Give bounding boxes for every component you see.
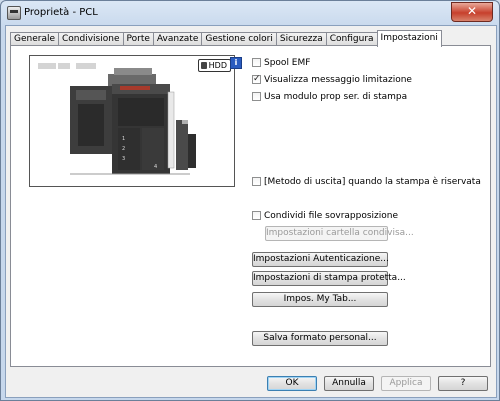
svg-text:3: 3	[122, 156, 125, 162]
printer-app-icon	[7, 6, 21, 20]
close-button[interactable]: ✕	[451, 2, 493, 22]
output-method-option[interactable]: [Metodo di uscita] quando la stampa è ri…	[252, 176, 481, 188]
tab-configura[interactable]: Configura	[326, 32, 378, 46]
spool-emf-label: Spool EMF	[264, 58, 311, 68]
shared-folder-settings-button[interactable]: Impostazioni cartella condivisa...	[265, 226, 414, 241]
show-limit-message-label: Visualizza messaggio limitazione	[264, 75, 412, 85]
use-prop-module-option[interactable]: Usa modulo prop ser. di stampa	[252, 91, 407, 103]
tab-impostazioni[interactable]: Impostazioni	[376, 30, 442, 47]
authentication-settings-button[interactable]: Impostazioni Autenticazione...	[252, 252, 389, 267]
cancel-button[interactable]: Annulla	[324, 376, 374, 391]
tab-porte[interactable]: Porte	[123, 32, 154, 46]
my-tab-settings-button[interactable]: Impos. My Tab...	[252, 292, 388, 307]
output-method-checkbox[interactable]	[252, 177, 261, 186]
ok-button[interactable]: OK	[267, 376, 317, 391]
show-limit-message-option[interactable]: Visualizza messaggio limitazione	[252, 73, 412, 86]
tab-gestione-colori[interactable]: Gestione colori	[202, 32, 277, 46]
properties-window: Proprietà - PCL ✕ Generale Condivisione …	[0, 0, 500, 401]
svg-text:4: 4	[154, 164, 157, 170]
tab-avanzate[interactable]: Avanzate	[153, 32, 203, 46]
info-icon[interactable]: i	[230, 57, 242, 69]
spool-emf-option[interactable]: Spool EMF	[252, 57, 310, 69]
protected-print-settings-button[interactable]: Impostazioni di stampa protetta...	[252, 271, 406, 286]
settings-panel: HDD 1 2 3 4 i Spool EMF ✓Visualizza mess…	[10, 45, 491, 367]
tab-strip: Generale Condivisione Porte Avanzate Ges…	[10, 30, 442, 47]
help-button[interactable]: ?	[438, 376, 488, 391]
tab-generale[interactable]: Generale	[10, 32, 60, 46]
use-prop-module-checkbox[interactable]	[252, 92, 261, 101]
tab-condivisione[interactable]: Condivisione	[59, 32, 124, 46]
dialog-client-area: Generale Condivisione Porte Avanzate Ges…	[5, 25, 497, 398]
spool-emf-checkbox[interactable]	[252, 58, 261, 67]
share-overlay-option[interactable]: Condividi file sovrapposizione	[252, 210, 398, 222]
save-custom-format-button[interactable]: Salva formato personal...	[252, 331, 388, 346]
svg-text:2: 2	[122, 146, 125, 152]
window-title: Proprietà - PCL	[24, 7, 98, 18]
printer-illustration: 1 2 3 4	[70, 68, 196, 175]
svg-text:1: 1	[122, 136, 125, 142]
tab-sicurezza[interactable]: Sicurezza	[276, 32, 327, 46]
title-bar: Proprietà - PCL ✕	[1, 1, 499, 25]
share-overlay-checkbox[interactable]	[252, 211, 261, 220]
output-method-label: [Metodo di uscita] quando la stampa è ri…	[264, 177, 481, 187]
share-overlay-label: Condividi file sovrapposizione	[264, 211, 399, 221]
use-prop-module-label: Usa modulo prop ser. di stampa	[264, 92, 408, 102]
apply-button[interactable]: Applica	[381, 376, 431, 391]
printer-preview: HDD 1 2 3 4	[29, 55, 235, 187]
show-limit-message-checkbox[interactable]	[252, 73, 261, 85]
